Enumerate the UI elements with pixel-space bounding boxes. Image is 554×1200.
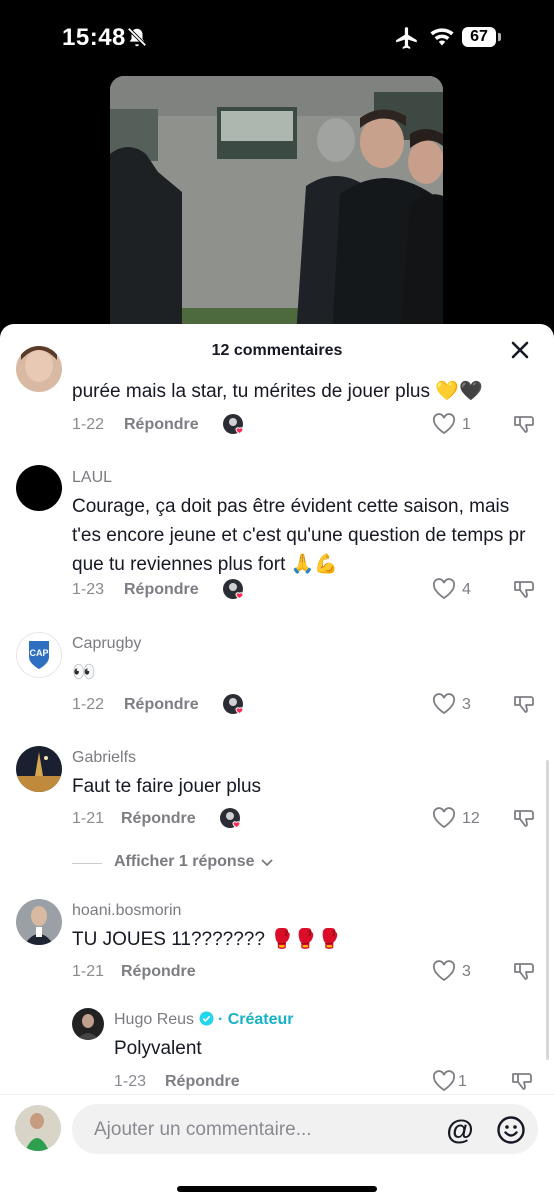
comment-meta: 1-23 Répondre 4 (72, 577, 552, 601)
reply-button[interactable]: Répondre (121, 963, 196, 981)
comment-input-bar: @ (0, 1094, 554, 1200)
heart-icon[interactable] (432, 413, 456, 435)
creator-liked-icon (223, 579, 244, 600)
creator-liked-icon (223, 694, 244, 715)
reply-username[interactable]: Hugo Reus (114, 1011, 194, 1028)
comment-date: 1-22 (72, 696, 105, 713)
comment-meta: 1-21 Répondre 12 (72, 806, 552, 830)
heart-icon[interactable] (432, 807, 456, 829)
like-count: 12 (462, 810, 480, 827)
comment-meta: 1-21 Répondre 3 (72, 959, 552, 983)
comment-text: Faut te faire jouer plus (72, 776, 262, 797)
comment-date: 1-21 (72, 963, 105, 980)
chevron-down-icon (261, 859, 273, 867)
close-icon[interactable] (508, 338, 532, 362)
avatar[interactable]: CAP (16, 632, 62, 678)
avatar[interactable] (16, 899, 62, 945)
avatar[interactable] (72, 1008, 104, 1040)
comments-sheet: 12 commentaires purée mais la star, tu m… (0, 324, 554, 1200)
comment-input[interactable] (92, 1104, 436, 1156)
heart-icon[interactable] (432, 693, 456, 715)
creator-liked-icon (223, 414, 244, 435)
wifi-icon (430, 28, 454, 46)
status-time: 15:48 (62, 24, 126, 51)
creator-liked-icon (220, 808, 241, 829)
comment-date: 1-22 (72, 416, 105, 433)
verified-icon (198, 1011, 214, 1026)
avatar[interactable] (16, 465, 62, 511)
bell-slash-icon (127, 27, 147, 47)
comments-count-title: 12 commentaires (211, 342, 343, 359)
svg-text:CAP: CAP (29, 648, 48, 658)
like-count: 3 (462, 696, 471, 713)
heart-icon[interactable] (432, 960, 456, 982)
dislike-icon[interactable] (512, 692, 536, 716)
comment-text: 👀 (72, 662, 96, 683)
creator-label: · Créateur (217, 1011, 294, 1028)
reply-date: 1-23 (114, 1073, 147, 1090)
comment-text: Courage, ça doit pas être évident cette … (72, 496, 526, 575)
comment-date: 1-21 (72, 810, 105, 827)
airplane-icon (396, 27, 417, 49)
emoji-icon[interactable] (496, 1115, 526, 1145)
comment-username[interactable]: Caprugby (72, 635, 141, 653)
reply-button[interactable]: Répondre (124, 581, 199, 599)
comment-text: TU JOUES 11??????? 🥊🥊🥊 (72, 929, 342, 950)
home-indicator (177, 1186, 377, 1192)
reply-meta: 1-23 Répondre 1 (114, 1069, 554, 1093)
dislike-icon[interactable] (512, 806, 536, 830)
comment-text: purée mais la star, tu mérites de jouer … (72, 381, 483, 402)
like-count: 4 (462, 581, 471, 598)
dislike-icon[interactable] (512, 412, 536, 436)
video-thumbnail[interactable] (110, 76, 443, 336)
heart-icon[interactable] (432, 578, 456, 600)
view-replies-label: Afficher 1 réponse (114, 853, 255, 870)
reply-button[interactable]: Répondre (121, 810, 196, 828)
dislike-icon[interactable] (510, 1069, 534, 1093)
like-count: 3 (462, 963, 471, 980)
dislike-icon[interactable] (512, 577, 536, 601)
comment-meta: 1-22 Répondre 3 (72, 692, 552, 716)
comment-meta: 1-22 Répondre 1 (72, 412, 552, 436)
scrollbar[interactable] (546, 760, 549, 1060)
status-bar: 15:48 67 (0, 0, 554, 74)
reply-button[interactable]: Répondre (165, 1073, 240, 1091)
mention-at-icon[interactable]: @ (446, 1116, 474, 1144)
avatar[interactable] (16, 746, 62, 792)
like-count: 1 (458, 1073, 467, 1090)
reply-button[interactable]: Répondre (124, 416, 199, 434)
reply-username-row: Hugo Reus · Créateur (114, 1011, 294, 1029)
reply-text: Polyvalent (114, 1038, 202, 1059)
divider-line (72, 863, 102, 864)
comment-input-wrapper: @ (72, 1104, 538, 1156)
comment-username[interactable]: LAUL (72, 469, 112, 487)
comment-username[interactable]: hoani.bosmorin (72, 902, 181, 920)
battery-icon: 67 (462, 27, 496, 47)
comment-username[interactable]: Gabrielfs (72, 749, 136, 767)
like-count: 1 (462, 416, 471, 433)
battery-tip (498, 33, 501, 41)
comment-date: 1-23 (72, 581, 105, 598)
reply-button[interactable]: Répondre (124, 696, 199, 714)
my-avatar (15, 1105, 61, 1151)
heart-icon[interactable] (432, 1070, 456, 1092)
video-frame-image (110, 76, 443, 336)
avatar[interactable] (16, 346, 62, 392)
dislike-icon[interactable] (512, 959, 536, 983)
